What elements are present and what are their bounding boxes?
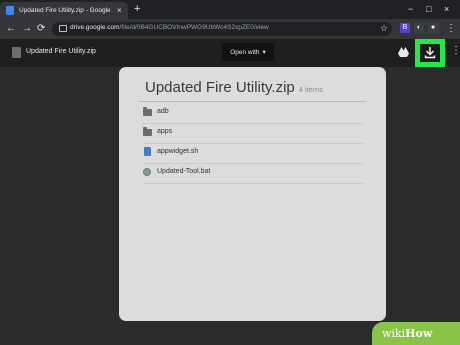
divider — [139, 101, 366, 102]
tab-title: Updated Fire Utility.zip - Google — [19, 7, 111, 14]
minimize-button[interactable]: − — [408, 3, 413, 15]
folder-icon — [143, 107, 152, 116]
bat-file-icon — [143, 168, 151, 176]
url-text: drive.google.com/file/d/0B4GUCBOVtnwPWG9… — [70, 24, 269, 31]
folder-icon — [143, 127, 152, 136]
url-domain: drive.google.com — [70, 24, 120, 31]
item-name: adb — [157, 108, 169, 115]
browser-tab-bar: Updated Fire Utility.zip - Google × + − … — [0, 0, 460, 19]
tab-close-icon[interactable]: × — [117, 6, 122, 15]
reload-button[interactable]: ⟳ — [37, 22, 45, 36]
viewer-area: Updated Fire Utility.zip 4 items adb apps… — [0, 67, 460, 345]
lock-icon — [59, 25, 67, 32]
list-item[interactable]: Updated-Tool.bat — [143, 163, 363, 184]
open-with-label: Open with — [230, 48, 260, 56]
extension-icon-3[interactable]: ● — [428, 23, 438, 33]
address-bar-row: ← → ⟳ drive.google.com/file/d/0B4GUCBOVt… — [0, 19, 460, 39]
viewer-toolbar: Updated Fire Utility.zip Open with ▾ ⋮ — [0, 39, 460, 67]
archive-contents-card: Updated Fire Utility.zip 4 items adb apps… — [119, 67, 386, 321]
new-tab-button[interactable]: + — [134, 3, 140, 15]
url-input[interactable]: drive.google.com/file/d/0B4GUCBOVtnwPWG9… — [52, 22, 392, 36]
browser-tab[interactable]: Updated Fire Utility.zip - Google × — [0, 2, 128, 19]
download-button-highlight[interactable] — [415, 39, 445, 67]
list-item[interactable]: apps — [143, 123, 363, 144]
archive-title: Updated Fire Utility.zip 4 items — [145, 79, 323, 96]
script-file-icon — [144, 147, 151, 156]
viewer-file-name: Updated Fire Utility.zip — [26, 48, 96, 55]
archive-item-count: 4 items — [298, 85, 323, 94]
forward-button[interactable]: → — [22, 22, 32, 36]
more-options-icon[interactable]: ⋮ — [451, 46, 460, 56]
extension-icon-1[interactable]: B — [400, 23, 410, 33]
open-with-button[interactable]: Open with ▾ — [222, 43, 274, 61]
download-button[interactable] — [420, 44, 440, 62]
item-name: Updated-Tool.bat — [157, 168, 211, 175]
archive-title-text: Updated Fire Utility.zip — [145, 79, 295, 96]
watermark-suffix: How — [405, 327, 433, 340]
item-name: apps — [157, 128, 173, 135]
list-item[interactable]: adb — [143, 103, 363, 124]
bookmark-star-icon[interactable]: ☆ — [380, 23, 388, 34]
item-name: appwidget.sh — [157, 148, 199, 155]
maximize-button[interactable]: □ — [426, 3, 431, 15]
watermark-prefix: wiki — [382, 327, 406, 340]
url-path: /file/d/0B4GUCBOVtnwPWG9UbWc4S2xpZE0/vie… — [119, 24, 269, 31]
browser-menu-icon[interactable]: ⋮ — [446, 22, 456, 36]
extension-icon-2[interactable]: ◐ — [414, 23, 424, 33]
zip-file-icon — [12, 47, 21, 58]
list-item[interactable]: appwidget.sh — [143, 143, 363, 164]
download-icon — [424, 47, 436, 59]
close-window-button[interactable]: × — [444, 3, 449, 15]
wikihow-watermark: wikiHow — [372, 322, 460, 345]
add-to-drive-icon[interactable] — [398, 47, 409, 57]
chevron-down-icon: ▾ — [262, 49, 266, 56]
drive-favicon-icon — [6, 6, 14, 15]
back-button[interactable]: ← — [6, 22, 16, 36]
